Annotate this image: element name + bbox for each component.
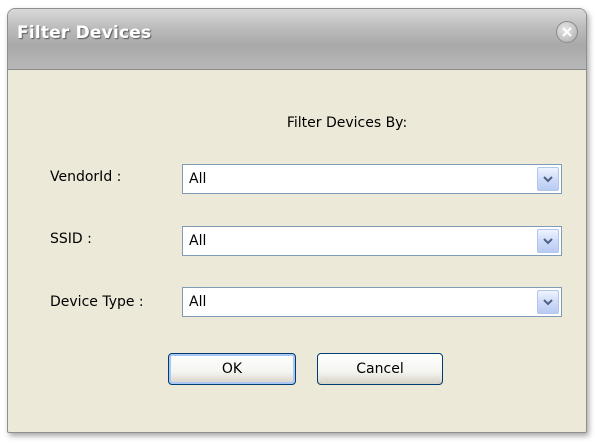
- ssid-select-value: All: [189, 233, 207, 249]
- chevron-down-icon: [543, 238, 553, 245]
- filter-devices-dialog: Filter Devices Filter Devices By: Vendor…: [7, 8, 587, 433]
- close-button[interactable]: [556, 21, 578, 43]
- device-type-label: Device Type :: [50, 294, 144, 310]
- close-icon: [562, 27, 572, 37]
- filter-heading: Filter Devices By:: [286, 115, 408, 131]
- cancel-button[interactable]: Cancel: [317, 353, 443, 385]
- ok-button[interactable]: OK: [168, 353, 296, 385]
- vendor-select[interactable]: All: [182, 164, 562, 194]
- title-bar[interactable]: Filter Devices: [8, 9, 586, 70]
- ssid-label: SSID :: [50, 231, 92, 247]
- vendor-label: VendorId :: [50, 169, 122, 185]
- chevron-down-icon: [543, 299, 553, 306]
- dialog-title: Filter Devices: [17, 23, 152, 43]
- vendor-select-value: All: [189, 171, 207, 187]
- ssid-select[interactable]: All: [182, 226, 562, 256]
- chevron-down-icon: [543, 176, 553, 183]
- device-type-select-value: All: [189, 294, 207, 310]
- device-type-dropdown-button[interactable]: [537, 290, 559, 314]
- device-type-select[interactable]: All: [182, 287, 562, 317]
- vendor-dropdown-button[interactable]: [537, 167, 559, 191]
- ssid-dropdown-button[interactable]: [537, 229, 559, 253]
- dialog-body: Filter Devices By: VendorId : All SSID :…: [12, 71, 582, 428]
